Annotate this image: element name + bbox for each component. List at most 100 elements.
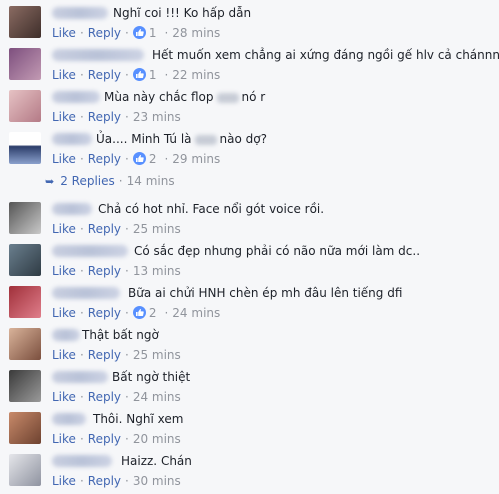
comment-actions: Like · Reply · 24 mins <box>52 390 181 404</box>
comment-actions: Like · Reply · 1 · 22 mins <box>52 68 221 82</box>
reply-link[interactable]: Reply <box>88 390 121 404</box>
reply-link[interactable]: Reply <box>88 68 121 82</box>
commenter-name[interactable] <box>52 203 92 215</box>
like-link[interactable]: Like <box>52 152 76 166</box>
comment-text: Có sắc đẹp nhưng phải có não nữa mới làm… <box>134 244 421 258</box>
comment-actions: Like · Reply · 20 mins <box>52 432 181 446</box>
comment-item: Thật bất ngờ Like · Reply · 25 mins <box>0 326 499 368</box>
avatar[interactable] <box>9 90 41 122</box>
commenter-name[interactable] <box>52 133 92 145</box>
commenter-name[interactable] <box>52 329 80 341</box>
comment-item: Ủa.... Minh Tú là nào dợ? Like · Reply · 2 · 29… <box>0 130 499 172</box>
reply-link[interactable]: Reply <box>88 222 121 236</box>
censored-word <box>194 134 217 145</box>
comment-text: Bất ngờ thiệt <box>112 370 191 384</box>
comment-text: Thôi. Nghĩ xem <box>93 412 184 426</box>
like-count[interactable]: 1 <box>149 68 157 82</box>
timestamp[interactable]: 28 mins <box>172 26 220 40</box>
comment-text: Ủa.... Minh Tú là nào dợ? <box>96 132 267 146</box>
comment-actions: Like · Reply · 1 · 28 mins <box>52 26 221 40</box>
thumbs-up-icon <box>132 26 146 39</box>
reply-link[interactable]: Reply <box>88 152 121 166</box>
timestamp[interactable]: 30 mins <box>133 474 181 488</box>
commenter-name[interactable] <box>52 49 144 61</box>
censored-word <box>216 92 239 103</box>
comment-actions: Like · Reply · 2 · 24 mins <box>52 306 221 320</box>
like-link[interactable]: Like <box>52 222 76 236</box>
commenter-name[interactable] <box>52 91 100 103</box>
avatar[interactable] <box>9 48 41 80</box>
reply-link[interactable]: Reply <box>88 432 121 446</box>
avatar[interactable] <box>9 6 41 38</box>
comment-actions: Like · Reply · 2 · 29 mins <box>52 152 221 166</box>
reply-link[interactable]: Reply <box>88 26 121 40</box>
comment-item: Bất ngờ thiệt Like · Reply · 24 mins <box>0 368 499 410</box>
comment-item: Bữa ai chửi HNH chèn ép mh đâu lên tiếng… <box>0 284 499 326</box>
commenter-name[interactable] <box>52 7 108 19</box>
reply-link[interactable]: Reply <box>88 474 121 488</box>
comment-item: Mùa này chắc flop nó r Like · Reply · 23 mins <box>0 88 499 130</box>
reply-link[interactable]: Reply <box>88 110 121 124</box>
like-link[interactable]: Like <box>52 390 76 404</box>
comment-item: Có sắc đẹp nhưng phải có não nữa mới làm… <box>0 242 499 284</box>
avatar[interactable] <box>9 412 41 444</box>
timestamp[interactable]: 20 mins <box>133 432 181 446</box>
reply-link[interactable]: Reply <box>88 348 121 362</box>
avatar[interactable] <box>9 328 41 360</box>
timestamp[interactable]: 22 mins <box>172 68 220 82</box>
comment-item: Nghĩ coi !!! Ko hấp dẫn Like · Reply · 1 · 28 … <box>0 4 499 46</box>
commenter-name[interactable] <box>52 287 120 299</box>
commenter-name[interactable] <box>52 371 108 383</box>
comment-actions: Like · Reply · 25 mins <box>52 348 181 362</box>
reply-link[interactable]: Reply <box>88 264 121 278</box>
comment-text: Mùa này chắc flop nó r <box>104 90 266 104</box>
avatar[interactable] <box>9 454 41 486</box>
like-link[interactable]: Like <box>52 432 76 446</box>
like-link[interactable]: Like <box>52 474 76 488</box>
comment-text: Hết muốn xem chẳng ai xứng đáng ngồi gế … <box>152 48 499 62</box>
timestamp[interactable]: 13 mins <box>133 264 181 278</box>
timestamp[interactable]: 23 mins <box>133 110 181 124</box>
like-link[interactable]: Like <box>52 348 76 362</box>
avatar[interactable] <box>9 244 41 276</box>
like-link[interactable]: Like <box>52 68 76 82</box>
thumbs-up-icon <box>132 152 146 165</box>
like-count[interactable]: 2 <box>149 306 157 320</box>
like-count[interactable]: 1 <box>149 26 157 40</box>
comment-actions: Like · Reply · 30 mins <box>52 474 181 488</box>
comment-actions: Like · Reply · 25 mins <box>52 222 181 236</box>
comment-item: Chả có hot nhỉ. Face nổi gót voice rồi. … <box>0 200 499 242</box>
comment-actions: Like · Reply · 23 mins <box>52 110 181 124</box>
avatar[interactable] <box>9 370 41 402</box>
reply-link[interactable]: Reply <box>88 306 121 320</box>
thumbs-up-icon <box>132 306 146 319</box>
comment-text: Thật bất ngờ <box>82 328 159 342</box>
comment-text: Nghĩ coi !!! Ko hấp dẫn <box>113 6 252 20</box>
timestamp[interactable]: 25 mins <box>133 348 181 362</box>
comment-text: Bữa ai chửi HNH chèn ép mh đâu lên tiếng… <box>128 286 403 300</box>
comment-text: Chả có hot nhỉ. Face nổi gót voice rồi. <box>98 202 325 216</box>
commenter-name[interactable] <box>52 245 128 257</box>
comment-item: Hết muốn xem chẳng ai xứng đáng ngồi gế … <box>0 46 499 88</box>
timestamp[interactable]: 25 mins <box>133 222 181 236</box>
comment-actions: Like · Reply · 13 mins <box>52 264 181 278</box>
avatar[interactable] <box>9 286 41 318</box>
reply-arrow-icon: ➥ <box>45 175 55 188</box>
like-count[interactable]: 2 <box>149 152 157 166</box>
avatar[interactable] <box>9 202 41 234</box>
like-link[interactable]: Like <box>52 26 76 40</box>
avatar[interactable] <box>9 132 41 164</box>
thumbs-up-icon <box>132 68 146 81</box>
comment-text: Haizz. Chán <box>121 454 192 468</box>
commenter-name[interactable] <box>52 455 112 467</box>
view-replies-link[interactable]: ➥ 2 Replies · 14 mins <box>45 174 175 188</box>
comment-item: Haizz. Chán Like · Reply · 30 mins <box>0 452 499 494</box>
timestamp[interactable]: 29 mins <box>172 152 220 166</box>
timestamp[interactable]: 24 mins <box>133 390 181 404</box>
like-link[interactable]: Like <box>52 264 76 278</box>
comment-item: Thôi. Nghĩ xem Like · Reply · 20 mins <box>0 410 499 452</box>
like-link[interactable]: Like <box>52 306 76 320</box>
timestamp[interactable]: 24 mins <box>172 306 220 320</box>
like-link[interactable]: Like <box>52 110 76 124</box>
commenter-name[interactable] <box>52 413 86 425</box>
